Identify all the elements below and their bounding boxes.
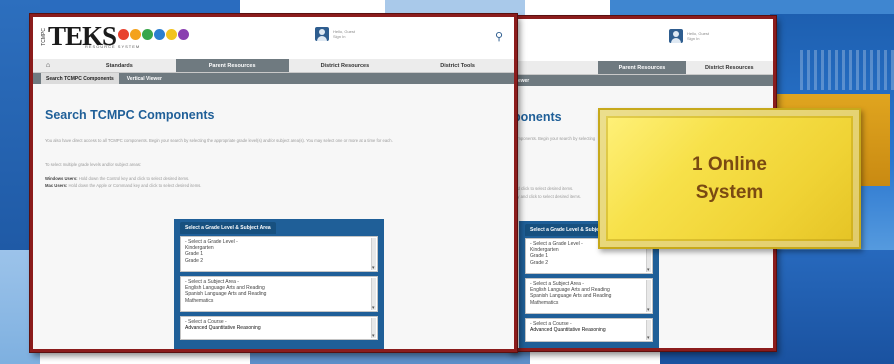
scrollbar[interactable] [371,318,376,339]
windows-instructions: Windows Users: Hold down the Control key… [45,176,505,182]
user-menu[interactable]: Hello, Guest Sign In [315,27,355,41]
select-option[interactable]: Mathematics [185,298,373,304]
logo-subtext: RESOURCE SYSTEM [85,44,141,49]
intro-text: You also have direct access to all TCMPC… [45,138,393,143]
user-avatar-icon [669,29,683,43]
scrollbar[interactable] [371,238,376,271]
logo-dot [130,29,142,40]
sub-tabs: Vertical Viewer [511,75,773,86]
intro-text: components. Begin your search by selecti… [513,136,596,141]
scrollbar[interactable] [646,320,651,341]
multi-select-hint: To select multiple grade levels and/or s… [45,162,142,167]
nav-district-resources[interactable]: District Resources [686,61,773,74]
nav-district-tools[interactable]: District Tools [401,59,514,72]
course-select[interactable]: - Select a Course - Advanced Quantitativ… [525,318,653,342]
site-header: TCMPC TEKS RESOURCE SYSTEM Hello, Guest … [33,17,514,59]
mac-label: Mac Users: [45,183,68,188]
logo-dot [178,29,190,40]
select-option[interactable]: Grade 2 [185,258,373,264]
tab-vertical-viewer[interactable]: Vertical Viewer [122,73,167,84]
windows-text: Hold down the Control key and click to s… [78,176,190,181]
nav-standards[interactable]: Standards [63,59,176,72]
subject-area-select[interactable]: - Select a Subject Area - English Langua… [180,276,378,312]
nav-home-icon[interactable]: ⌂ [33,59,63,72]
nav-parent-resources[interactable]: Parent Resources [598,61,686,74]
logo-dot [142,29,154,40]
selector-header: Select a Grade Level & Subject Area [180,221,276,234]
mac-instructions: Mac Users: Hold down the Apple or Comman… [45,183,505,189]
user-avatar-icon [315,27,329,41]
grade-level-select[interactable]: - Select a Grade Level - Kindergarten Gr… [180,236,378,272]
callout-line-1: 1 Online [692,153,767,175]
windows-instructions: and click to select desired items. [513,186,574,191]
site-header: Hello, Guest Sign In [511,19,773,61]
mac-text: Hold down the Apple or Command key and c… [68,183,202,188]
sign-in-link[interactable]: Sign In [333,34,355,39]
user-menu[interactable]: Hello, Guest Sign In [669,29,709,43]
scrollbar[interactable] [646,280,651,313]
browser-window-front: TCMPC TEKS RESOURCE SYSTEM Hello, Guest … [30,14,517,352]
course-select[interactable]: - Select a Course - Advanced Quantitativ… [180,316,378,340]
nav-district-resources[interactable]: District Resources [289,59,402,72]
page-content: Search TCMPC Components You also have di… [33,84,514,349]
main-nav: ⌂ Standards Parent Resources District Re… [511,61,773,75]
sub-tabs: Search TCMPC Components Vertical Viewer [33,73,514,84]
scrollbar[interactable] [371,278,376,311]
callout-line-2: System [695,181,764,203]
selector-panel: Select a Grade Level & Subject Area - Se… [174,219,384,349]
backdrop-texture [800,50,894,90]
main-nav: ⌂ Standards Parent Resources District Re… [33,59,514,73]
logo-dot [154,29,166,40]
subject-area-select[interactable]: - Select a Subject Area - English Langua… [525,278,653,314]
select-option[interactable]: Advanced Quantitative Reasoning [185,325,373,331]
logo-side-text: TCMPC [41,27,47,46]
tab-search-components[interactable]: Search TCMPC Components [41,73,119,84]
page-title: Search TCMPC Components [45,108,215,122]
mac-instructions: key and click to select desired items. [513,194,581,199]
logo-dots [118,29,190,40]
sign-in-link[interactable]: Sign In [687,36,709,41]
windows-label: Windows Users: [45,176,78,181]
search-icon[interactable]: ⚲ [495,30,503,43]
page-title: ponents [513,110,562,124]
nav-parent-resources[interactable]: Parent Resources [175,59,289,72]
logo-dot [118,29,130,40]
callout-box: 1 Online System [598,108,861,249]
logo-dot [166,29,178,40]
